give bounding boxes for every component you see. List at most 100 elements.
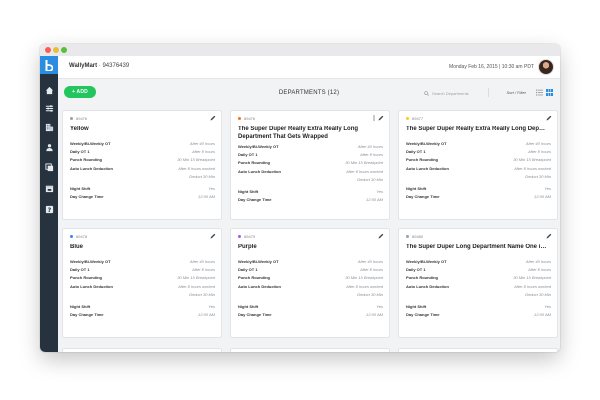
department-id: 89476 xyxy=(70,116,87,121)
app-logo[interactable] xyxy=(40,56,58,74)
setting-label: Punch Rounding xyxy=(70,157,102,163)
company-id: 94376439 xyxy=(102,63,130,69)
department-id-text: 89476 xyxy=(244,116,256,121)
sort-filter-button[interactable]: Sort / Filter xyxy=(506,90,526,95)
setting-label: Daily OT 1 xyxy=(70,267,90,273)
setting-value: After 8 hours worked xyxy=(514,283,551,289)
setting-value: 12:00 AM xyxy=(534,194,551,200)
department-card[interactable]: 89478 Blue Weekly/Bi-Weekly OT After 40 hou… xyxy=(62,228,222,338)
setting-value: Deduct 30 Min xyxy=(189,173,215,179)
building-icon[interactable] xyxy=(44,122,54,132)
department-card[interactable]: 89480 The Super Duper Long Department Nam… xyxy=(398,228,558,338)
setting-value: Deduct 30 Min xyxy=(357,291,383,297)
setting-value: After 8 hours worked xyxy=(514,165,551,171)
setting-label: Auto Lunch Deduction xyxy=(406,283,449,289)
setting-value: Deduct 30 Min xyxy=(525,173,551,179)
setting-value: After 8 hours xyxy=(360,152,383,158)
edit-icon[interactable] xyxy=(546,115,552,121)
department-color-dot xyxy=(238,235,241,238)
department-id-text: 89477 xyxy=(412,116,424,121)
sidebar: ? xyxy=(40,56,58,352)
setting-label: Night Shift xyxy=(238,304,259,309)
setting-label: Day Change Time xyxy=(238,197,272,203)
department-color-dot xyxy=(70,235,73,238)
copy-icon[interactable] xyxy=(44,162,54,172)
setting-value: Yes xyxy=(208,186,215,191)
toolbar: + ADD DEPARTMENTS (12) Search Department… xyxy=(58,80,560,100)
setting-value: Yes xyxy=(208,304,215,309)
setting-value: Yes xyxy=(544,304,551,309)
setting-label: Weekly/Bi-Weekly OT xyxy=(238,144,279,149)
setting-value: Deduct 30 Min xyxy=(189,291,215,297)
app-window: ? WallyMart · 94376439 Monday Feb 16, 20… xyxy=(40,44,560,352)
search-input[interactable]: Search Departments xyxy=(424,89,486,98)
home-icon[interactable] xyxy=(44,85,54,95)
department-card[interactable]: 89476 Yellow Weekly/Bi-Weekly OT After 40 h… xyxy=(62,110,222,220)
department-card[interactable]: 89476 The Super Duper Really Extra Really… xyxy=(230,110,390,220)
edit-icon[interactable] xyxy=(378,233,384,239)
close-window-button[interactable] xyxy=(45,47,51,53)
search-placeholder: Search Departments xyxy=(432,91,469,96)
minimize-window-button[interactable] xyxy=(53,47,59,53)
setting-value: 12:00 AM xyxy=(366,312,383,318)
setting-label: Daily OT 1 xyxy=(238,267,258,273)
setting-label: Day Change Time xyxy=(70,194,104,200)
sliders-icon[interactable] xyxy=(44,103,54,113)
setting-label: Punch Rounding xyxy=(238,160,270,166)
department-id: 89478 xyxy=(70,234,87,239)
department-id-text: 89476 xyxy=(76,116,88,121)
setting-label: Weekly/Bi-Weekly OT xyxy=(406,259,447,264)
company-info: WallyMart · 94376439 xyxy=(69,63,129,69)
setting-value: Yes xyxy=(376,304,383,309)
setting-value: After 40 hours xyxy=(357,144,383,149)
help-icon[interactable]: ? xyxy=(44,204,54,214)
department-id: 89479 xyxy=(238,234,255,239)
setting-value: 30 Min 15 Breakpoint xyxy=(513,157,551,163)
setting-value: After 8 hours worked xyxy=(346,168,383,174)
more-options-icon[interactable] xyxy=(372,115,376,121)
department-id: 89476 xyxy=(238,116,255,121)
department-card[interactable]: 89477 The Super Duper Really Extra Really… xyxy=(398,110,558,220)
setting-label: Night Shift xyxy=(70,186,91,191)
department-card[interactable] xyxy=(398,348,558,352)
setting-label: Daily OT 1 xyxy=(238,152,258,158)
setting-label: Daily OT 1 xyxy=(406,149,426,155)
setting-label: Day Change Time xyxy=(406,312,440,318)
setting-value: 12:00 AM xyxy=(198,194,215,200)
setting-value: 30 Min 15 Breakpoint xyxy=(177,275,215,281)
company-name: WallyMart xyxy=(69,63,98,69)
edit-icon[interactable] xyxy=(210,115,216,121)
window-titlebar xyxy=(40,44,560,56)
department-card[interactable] xyxy=(230,348,390,352)
setting-label: Day Change Time xyxy=(70,312,104,318)
setting-value: After 8 hours xyxy=(192,267,215,273)
setting-value: Yes xyxy=(376,189,383,194)
logo-icon xyxy=(45,59,53,71)
setting-label: Day Change Time xyxy=(406,194,440,200)
edit-icon[interactable] xyxy=(210,233,216,239)
setting-label: Night Shift xyxy=(70,304,91,309)
edit-icon[interactable] xyxy=(378,115,384,121)
setting-label: Punch Rounding xyxy=(70,275,102,281)
setting-value: 30 Min 15 Breakpoint xyxy=(345,160,383,166)
setting-value: 12:00 AM xyxy=(198,312,215,318)
list-view-icon[interactable] xyxy=(536,89,543,96)
setting-value: After 40 hours xyxy=(189,259,215,264)
setting-label: Auto Lunch Deduction xyxy=(406,165,449,171)
department-card[interactable] xyxy=(62,348,222,352)
calendar-icon[interactable] xyxy=(44,183,54,193)
people-icon[interactable] xyxy=(44,142,54,152)
department-id-text: 89480 xyxy=(412,234,424,239)
department-color-dot xyxy=(70,117,73,120)
grid-view-icon[interactable] xyxy=(546,89,553,96)
setting-label: Punch Rounding xyxy=(406,157,438,163)
setting-value: 12:00 AM xyxy=(366,197,383,203)
edit-icon[interactable] xyxy=(546,233,552,239)
department-title: The Super Duper Really Extra Really Long… xyxy=(238,126,359,140)
maximize-window-button[interactable] xyxy=(61,47,67,53)
user-avatar[interactable] xyxy=(538,59,554,75)
setting-label: Day Change Time xyxy=(238,312,272,318)
department-card[interactable]: 89479 Purple Weekly/Bi-Weekly OT After 40 h… xyxy=(230,228,390,338)
department-title: Blue xyxy=(70,244,84,250)
setting-value: After 40 hours xyxy=(357,259,383,264)
